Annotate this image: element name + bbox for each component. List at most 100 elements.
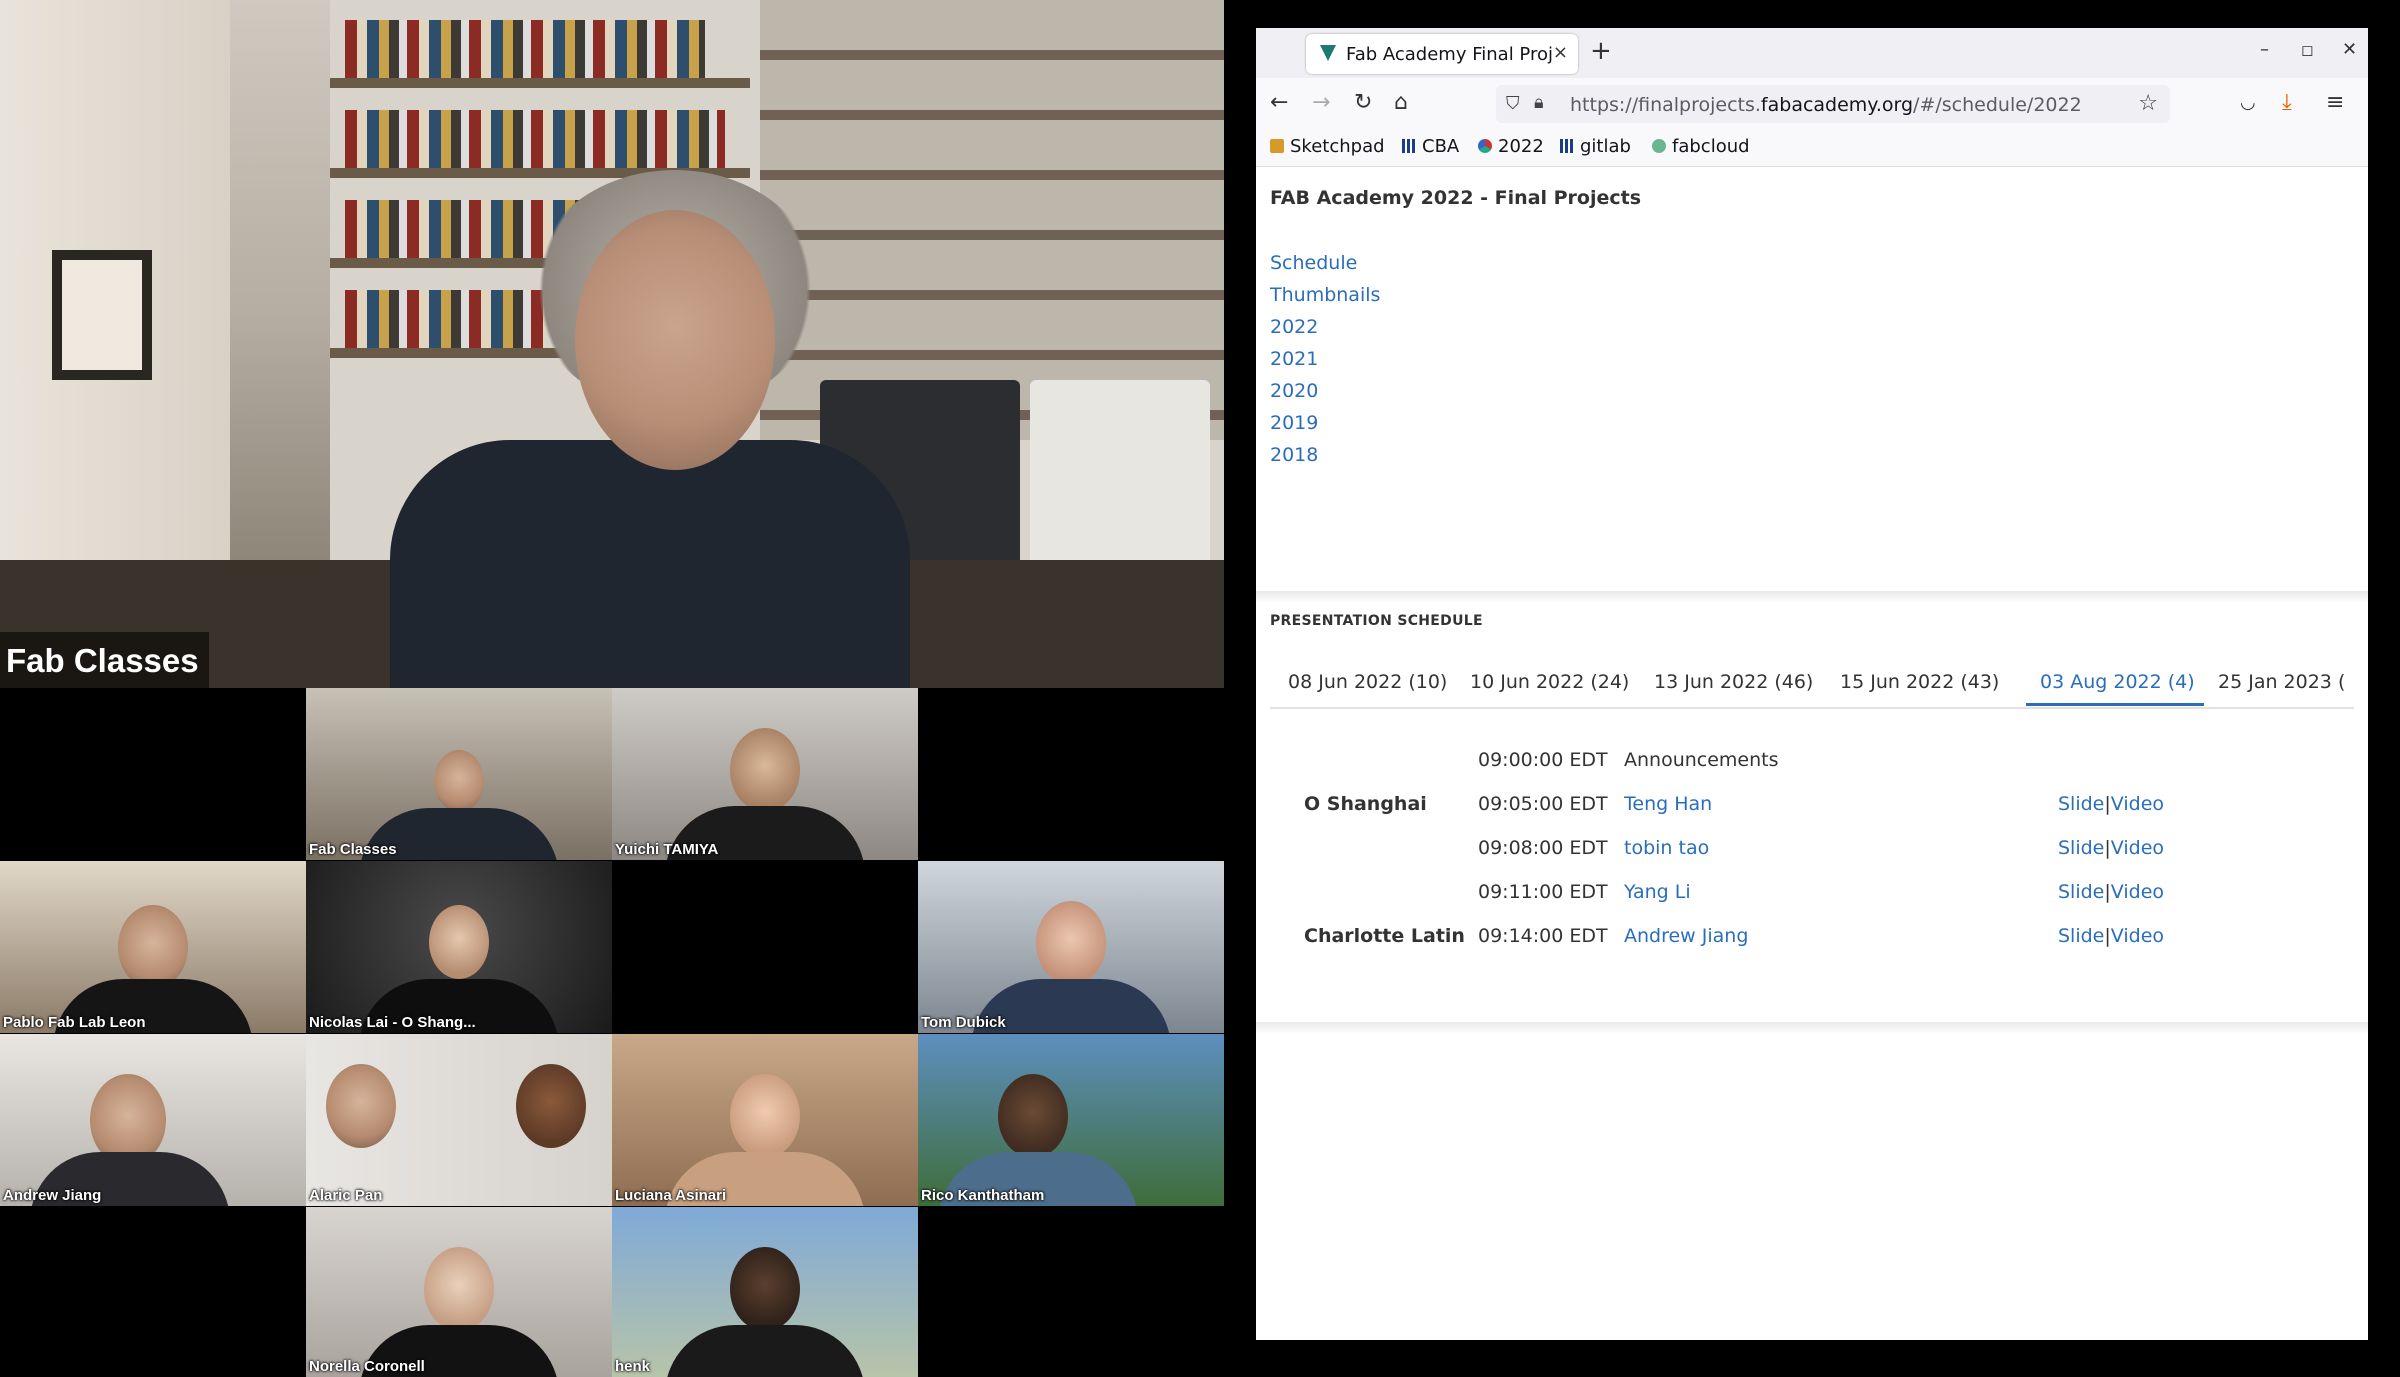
site-favicon-icon [1320,45,1336,61]
nav-link-2020[interactable]: 2020 [1270,380,1318,402]
participant-tile[interactable]: henk [612,1207,918,1377]
tab-date-active[interactable]: 03 Aug 2022 (4) [2040,671,2195,693]
tab-date[interactable]: 25 Jan 2023 ( [2218,671,2345,693]
maximize-icon[interactable]: ◻ [2301,41,2313,59]
address-bar[interactable]: ⛉ 🔒︎ https://finalprojects.fabacademy.or… [1496,85,2170,123]
participant-tile[interactable]: Luciana Asinari [612,1034,918,1206]
speaker-torso [390,440,910,688]
row-time: 09:05:00 EDT [1478,793,1608,815]
schedule-row: Charlotte Latin 09:14:00 EDT Andrew Jian… [1256,915,2368,955]
section-divider [1256,1022,2368,1034]
forward-icon[interactable]: → [1312,90,1330,115]
video-link[interactable]: Video [2111,881,2164,903]
participant-tile[interactable]: Alaric Pan [306,1034,612,1206]
tab-date[interactable]: 08 Jun 2022 (10) [1288,671,1447,693]
participant-tile[interactable]: Tom Dubick [918,861,1224,1033]
printer [1030,380,1210,580]
download-icon[interactable]: ⤓ [2282,90,2292,115]
tab-close-button[interactable]: × [1553,42,1568,63]
shield-icon[interactable]: ⛉ [1506,93,1520,114]
date-tabs: 08 Jun 2022 (10) 10 Jun 2022 (24) 13 Jun… [1270,661,2354,709]
page-title: FAB Academy 2022 - Final Projects [1270,187,1642,209]
participant-tile[interactable]: Pablo Fab Lab Leon [0,861,306,1033]
bookmark-cba[interactable]: CBA [1402,136,1459,157]
schedule-row: 09:08:00 EDT tobin tao Slide|Video [1256,827,2368,867]
bookmark-gitlab[interactable]: gitlab [1560,136,1631,157]
slide-link[interactable]: Slide [2058,881,2104,903]
nav-link-schedule[interactable]: Schedule [1270,252,1357,274]
active-tab-indicator [2026,703,2204,706]
page-content: FAB Academy 2022 - Final Projects Schedu… [1256,167,2368,1340]
browser-tab[interactable]: Fab Academy Final Proj × [1306,34,1578,74]
section-divider [1256,591,2368,603]
speaker-video[interactable]: Fab Classes [0,0,1224,688]
participant-name: Tom Dubick [921,1014,1006,1031]
pencil-icon [1270,139,1284,153]
schedule-row: 09:00:00 EDT Announcements [1256,739,2368,779]
bookmark-fabcloud[interactable]: fabcloud [1652,136,1750,157]
tab-title: Fab Academy Final Proj [1346,44,1553,65]
row-time: 09:00:00 EDT [1478,749,1608,771]
bookmark-2022[interactable]: 2022 [1478,136,1544,157]
nav-link-2018[interactable]: 2018 [1270,444,1318,466]
back-icon[interactable]: ← [1270,90,1288,115]
bookmark-sketchpad[interactable]: Sketchpad [1270,136,1385,157]
video-link[interactable]: Video [2111,793,2164,815]
tab-date[interactable]: 15 Jun 2022 (43) [1840,671,1999,693]
participant-tile[interactable]: Nicolas Lai - O Shang... [306,861,612,1033]
row-title: Announcements [1624,749,1779,771]
bookmarks-toolbar: Sketchpad CBA 2022 gitlab fabcloud [1256,132,2368,167]
reload-icon[interactable]: ↻ [1354,90,1372,115]
slide-link[interactable]: Slide [2058,793,2104,815]
wall-picture [52,250,152,380]
row-time: 09:11:00 EDT [1478,881,1608,903]
home-icon[interactable]: ⌂ [1394,90,1408,115]
speaker-face [575,210,775,470]
nav-link-thumbnails[interactable]: Thumbnails [1270,284,1380,306]
menu-icon[interactable]: ≡ [2326,90,2344,115]
navigation-toolbar: ← → ↻ ⌂ ⛉ 🔒︎ https://finalprojects.fabac… [1256,78,2368,132]
video-link[interactable]: Video [2111,925,2164,947]
schedule-row: 09:11:00 EDT Yang Li Slide|Video [1256,871,2368,911]
tab-date[interactable]: 13 Jun 2022 (46) [1654,671,1813,693]
grid-icon [1402,139,1416,153]
participant-name: Norella Coronell [309,1358,425,1375]
nav-link-2019[interactable]: 2019 [1270,412,1318,434]
participant-tile[interactable]: Rico Kanthatham [918,1034,1224,1206]
participant-tile[interactable]: Andrew Jiang [0,1034,306,1206]
new-tab-button[interactable]: + [1590,36,1612,66]
video-link[interactable]: Video [2111,837,2164,859]
student-link[interactable]: Teng Han [1624,793,1712,815]
row-site: O Shanghai [1304,793,1427,815]
grid-icon [1560,139,1574,153]
participant-name: Rico Kanthatham [921,1187,1045,1204]
participant-name: Nicolas Lai - O Shang... [309,1014,476,1031]
browser-window: Fab Academy Final Proj × + – ◻ ✕ ← → ↻ ⌂… [1256,28,2368,1340]
student-link[interactable]: Yang Li [1624,881,1691,903]
cube-icon [1478,139,1492,153]
participant-name: Alaric Pan [309,1187,383,1204]
close-window-icon[interactable]: ✕ [2342,39,2357,60]
slide-link[interactable]: Slide [2058,837,2104,859]
cloud-icon [1652,139,1666,153]
participant-tile[interactable]: Fab Classes [306,688,612,860]
schedule-row: O Shanghai 09:05:00 EDT Teng Han Slide|V… [1256,783,2368,823]
row-site: Charlotte Latin [1304,925,1465,947]
row-time: 09:14:00 EDT [1478,925,1608,947]
pocket-icon[interactable]: ◡ [2240,92,2256,113]
lock-icon[interactable]: 🔒︎ [1534,92,1544,113]
slide-link[interactable]: Slide [2058,925,2104,947]
nav-link-2022[interactable]: 2022 [1270,316,1318,338]
nav-link-2021[interactable]: 2021 [1270,348,1318,370]
participant-name: Andrew Jiang [3,1187,102,1204]
bookmark-star-icon[interactable]: ☆ [2138,91,2158,116]
tab-date[interactable]: 10 Jun 2022 (24) [1470,671,1629,693]
student-link[interactable]: tobin tao [1624,837,1709,859]
minimize-icon[interactable]: – [2260,39,2269,60]
participant-tile[interactable]: Yuichi TAMIYA [612,688,918,860]
student-link[interactable]: Andrew Jiang [1624,925,1748,947]
storage-bins [760,0,1224,440]
row-time: 09:08:00 EDT [1478,837,1608,859]
url-text[interactable]: https://finalprojects.fabacademy.org/#/s… [1570,94,2082,116]
participant-tile[interactable]: Norella Coronell [306,1207,612,1377]
